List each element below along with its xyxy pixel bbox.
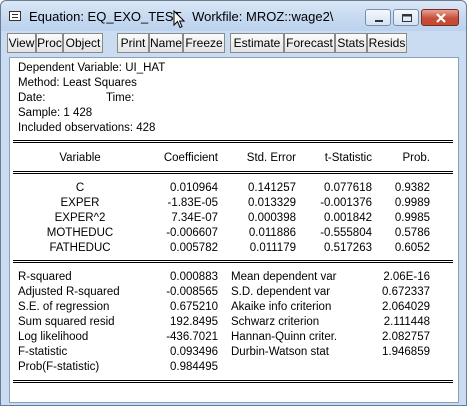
divider bbox=[13, 260, 453, 261]
divider bbox=[13, 142, 453, 143]
table-row-t-statistic: 0.077618 bbox=[324, 182, 372, 194]
table-row-std-error: 0.141257 bbox=[248, 182, 296, 194]
minimize-icon bbox=[375, 20, 383, 22]
divider bbox=[13, 140, 453, 141]
table-row-t-statistic: 0.001842 bbox=[324, 212, 372, 224]
maximize-icon bbox=[402, 14, 412, 22]
stat-label: F-statistic bbox=[18, 346, 68, 358]
stat-value: 2.111448 bbox=[383, 316, 430, 328]
date-label: Date: bbox=[18, 92, 46, 104]
minimize-button[interactable] bbox=[365, 9, 391, 26]
included-observations: Included observations: 428 bbox=[18, 122, 156, 134]
table-row-variable: EXPER^2 bbox=[54, 212, 106, 224]
column-header-variable: Variable bbox=[59, 152, 101, 164]
divider bbox=[13, 173, 453, 174]
sample: Sample: 1 428 bbox=[18, 107, 93, 119]
table-row-prob: 0.9989 bbox=[394, 197, 430, 209]
name-button[interactable]: Name bbox=[149, 33, 183, 53]
print-button[interactable]: Print bbox=[117, 33, 149, 53]
stat-label: Hannan-Quinn criter. bbox=[231, 331, 338, 343]
stat-value: 1.946859 bbox=[382, 346, 430, 358]
stat-label: S.D. dependent var bbox=[231, 286, 331, 298]
close-button[interactable] bbox=[421, 9, 459, 26]
stat-label: Sum squared resid bbox=[18, 316, 115, 328]
stat-label: Adjusted R-squared bbox=[18, 286, 120, 298]
stat-value: 0.093496 bbox=[170, 346, 218, 358]
table-row-variable: FATHEDUC bbox=[49, 242, 111, 254]
stats-button[interactable]: Stats bbox=[335, 33, 367, 53]
table-row-variable: EXPER bbox=[60, 197, 100, 209]
column-header-t-statistic: t-Statistic bbox=[324, 152, 372, 164]
view-button[interactable]: View bbox=[7, 33, 36, 53]
stat-label: Akaike info criterion bbox=[231, 301, 332, 313]
stat-value: 2.082757 bbox=[382, 331, 430, 343]
divider bbox=[13, 171, 453, 172]
column-header-coefficient: Coefficient bbox=[163, 152, 218, 164]
equation-window: Equation: EQ_EXO_TEST Workfile: MROZ::wa… bbox=[0, 0, 467, 406]
forecast-button[interactable]: Forecast bbox=[284, 33, 335, 53]
estimate-button[interactable]: Estimate bbox=[230, 33, 284, 53]
table-row-coefficient: 0.010964 bbox=[170, 182, 218, 194]
estimation-output[interactable]: Dependent Variable: UI_HAT Method: Least… bbox=[9, 57, 459, 403]
table-row-std-error: 0.011179 bbox=[249, 242, 296, 254]
table-row-t-statistic: -0.555804 bbox=[320, 227, 372, 239]
divider bbox=[13, 382, 453, 383]
divider bbox=[13, 262, 453, 263]
mouse-cursor-icon bbox=[173, 10, 185, 29]
stat-label: Schwarz criterion bbox=[231, 316, 320, 328]
table-row-prob: 0.9382 bbox=[394, 182, 430, 194]
resids-button[interactable]: Resids bbox=[367, 33, 407, 53]
stat-label: R-squared bbox=[18, 271, 72, 283]
stat-value: 0.000883 bbox=[170, 271, 218, 283]
table-row-std-error: 0.000398 bbox=[248, 212, 296, 224]
stat-value: 0.675210 bbox=[170, 301, 218, 313]
stat-value: -0.008565 bbox=[166, 286, 218, 298]
stat-label: Log likelihood bbox=[18, 331, 89, 343]
time-label: Time: bbox=[106, 92, 135, 104]
column-header-prob: Prob. bbox=[402, 152, 431, 164]
stat-value: 2.064029 bbox=[382, 301, 430, 313]
stat-value: 0.672337 bbox=[382, 286, 430, 298]
stat-label: Prob(F-statistic) bbox=[18, 361, 100, 373]
method: Method: Least Squares bbox=[18, 77, 137, 89]
table-row-variable: MOTHEDUC bbox=[46, 227, 114, 239]
object-button[interactable]: Object bbox=[63, 33, 103, 53]
freeze-button[interactable]: Freeze bbox=[183, 33, 225, 53]
column-header-std-error: Std. Error bbox=[246, 152, 296, 164]
window-menu-icon[interactable] bbox=[9, 11, 21, 21]
table-row-coefficient: -0.006607 bbox=[166, 227, 218, 239]
table-row-prob: 0.9985 bbox=[394, 212, 430, 224]
stat-label: Durbin-Watson stat bbox=[231, 346, 329, 358]
stat-value: 0.984495 bbox=[170, 361, 218, 373]
table-row-variable: C bbox=[75, 182, 85, 194]
maximize-button[interactable] bbox=[393, 9, 419, 26]
stat-value: 192.8495 bbox=[170, 316, 218, 328]
table-row-coefficient: 0.005782 bbox=[170, 242, 218, 254]
table-row-prob: 0.5786 bbox=[394, 227, 430, 239]
table-row-std-error: 0.011886 bbox=[248, 227, 296, 239]
divider bbox=[13, 380, 453, 381]
table-row-t-statistic: 0.517263 bbox=[324, 242, 372, 254]
stat-value: 2.06E-16 bbox=[383, 271, 430, 283]
proc-button[interactable]: Proc bbox=[36, 33, 63, 53]
stat-label: S.E. of regression bbox=[18, 301, 110, 313]
table-row-coefficient: -1.83E-05 bbox=[167, 197, 218, 209]
stat-label: Mean dependent var bbox=[231, 271, 337, 283]
table-row-coefficient: 7.34E-07 bbox=[171, 212, 218, 224]
close-icon bbox=[436, 13, 446, 23]
stat-value: -436.7021 bbox=[166, 331, 218, 343]
dependent-variable: Dependent Variable: UI_HAT bbox=[18, 62, 166, 74]
table-row-t-statistic: -0.001376 bbox=[320, 197, 372, 209]
title-bar[interactable]: Equation: EQ_EXO_TEST Workfile: MROZ::wa… bbox=[1, 1, 466, 31]
table-row-prob: 0.6052 bbox=[394, 242, 430, 254]
table-row-std-error: 0.013329 bbox=[248, 197, 296, 209]
